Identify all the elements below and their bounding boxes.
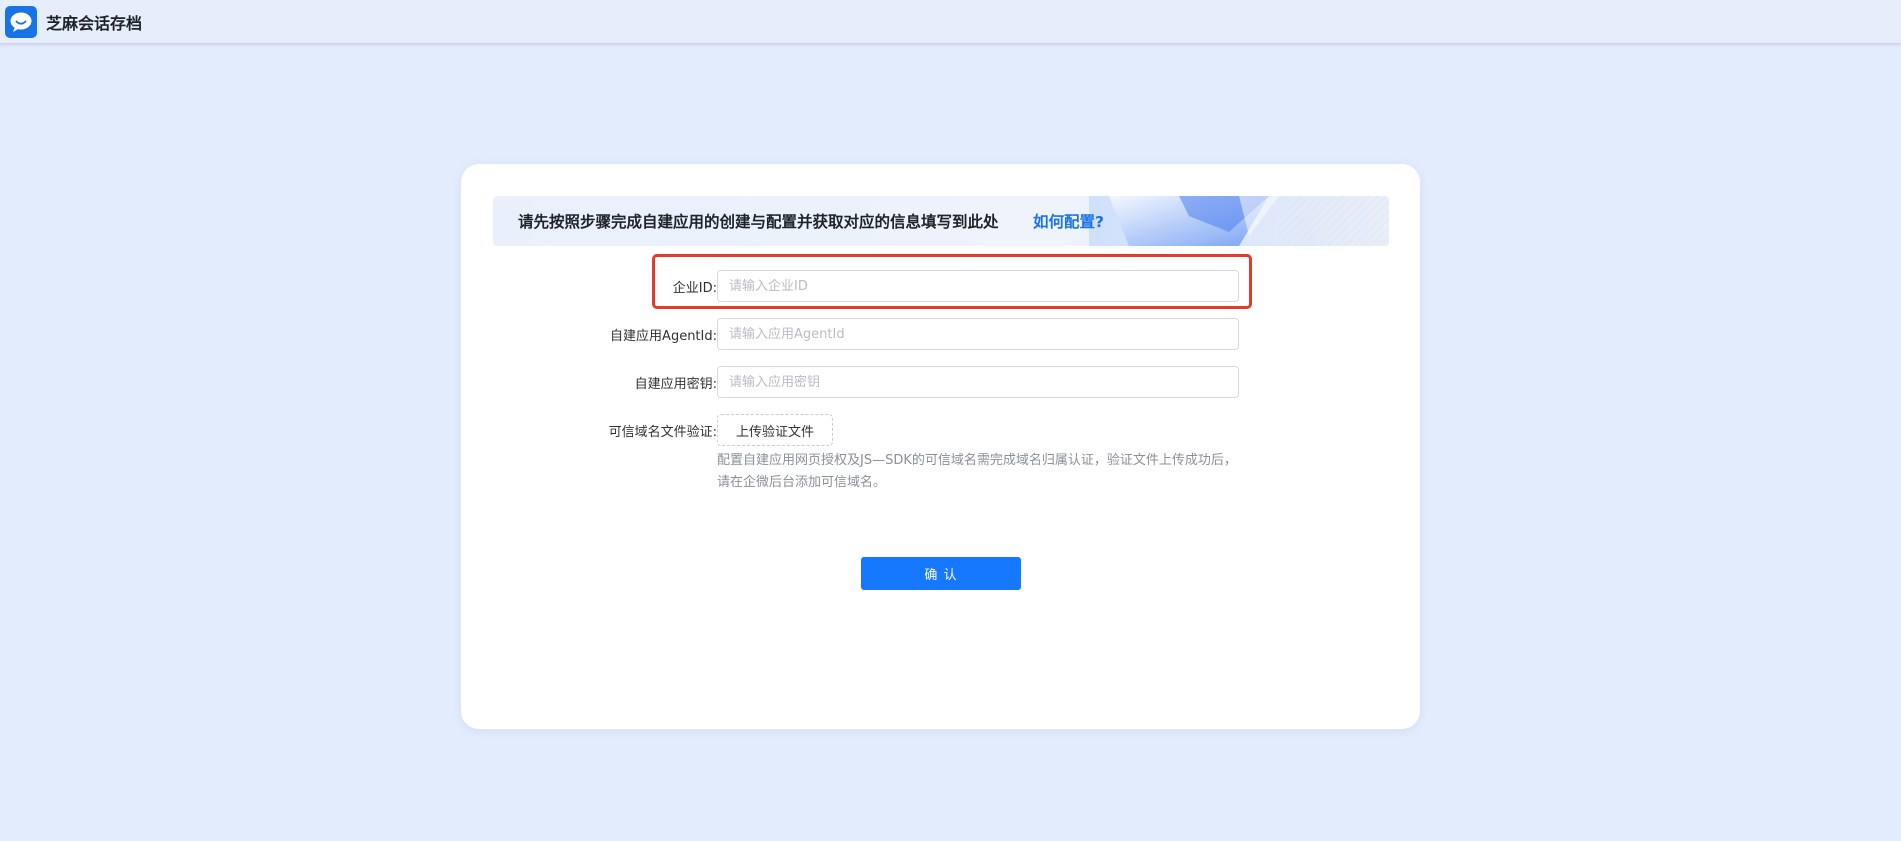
domain-verify-hint: 配置自建应用网页授权及JS—SDK的可信域名需完成域名归属认证，验证文件上传成功… [717, 453, 1237, 490]
secret-label: 自建应用密钥: [634, 376, 717, 392]
domain-verify-label: 可信域名文件验证: [608, 424, 717, 440]
agent-id-row: 自建应用AgentId: [461, 318, 1420, 350]
corp-id-row: 企业ID: [461, 270, 1420, 302]
banner-decoration [1089, 196, 1389, 246]
corp-id-label: 企业ID: [672, 280, 717, 296]
banner-instruction-text: 请先按照步骤完成自建应用的创建与配置并获取对应的信息填写到此处 [518, 213, 999, 231]
secret-input[interactable] [717, 366, 1239, 398]
instruction-banner: 请先按照步骤完成自建应用的创建与配置并获取对应的信息填写到此处 如何配置? [493, 196, 1389, 246]
top-bar: 芝麻会话存档 [0, 0, 1901, 44]
secret-row: 自建应用密钥: [461, 366, 1420, 398]
app-title: 芝麻会话存档 [46, 13, 143, 33]
chat-bubble-icon [5, 5, 37, 38]
agent-id-label: 自建应用AgentId: [610, 328, 717, 344]
agent-id-input[interactable] [717, 318, 1239, 350]
how-to-configure-link[interactable]: 如何配置? [1033, 196, 1104, 246]
upload-verify-file-button[interactable]: 上传验证文件 [717, 414, 833, 446]
config-card: 请先按照步骤完成自建应用的创建与配置并获取对应的信息填写到此处 如何配置? 企业… [461, 164, 1420, 729]
corp-id-input[interactable] [717, 270, 1239, 302]
confirm-button[interactable]: 确 认 [861, 557, 1021, 590]
domain-verify-row: 可信域名文件验证: 上传验证文件 [461, 414, 1420, 446]
